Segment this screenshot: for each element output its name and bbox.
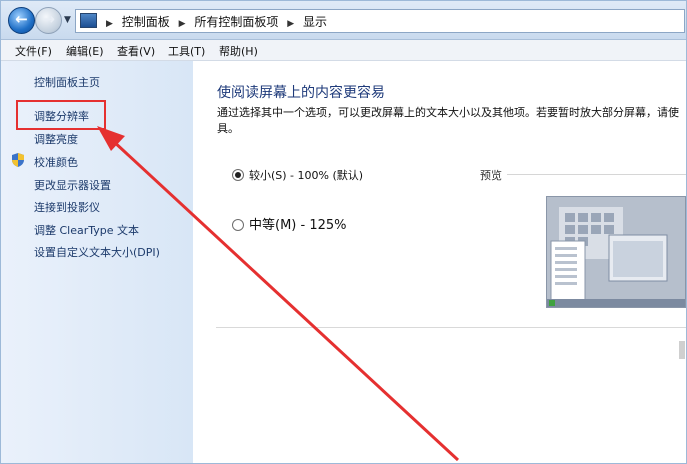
annotation-arrow [97,126,460,462]
arrow-shaft [110,138,460,462]
